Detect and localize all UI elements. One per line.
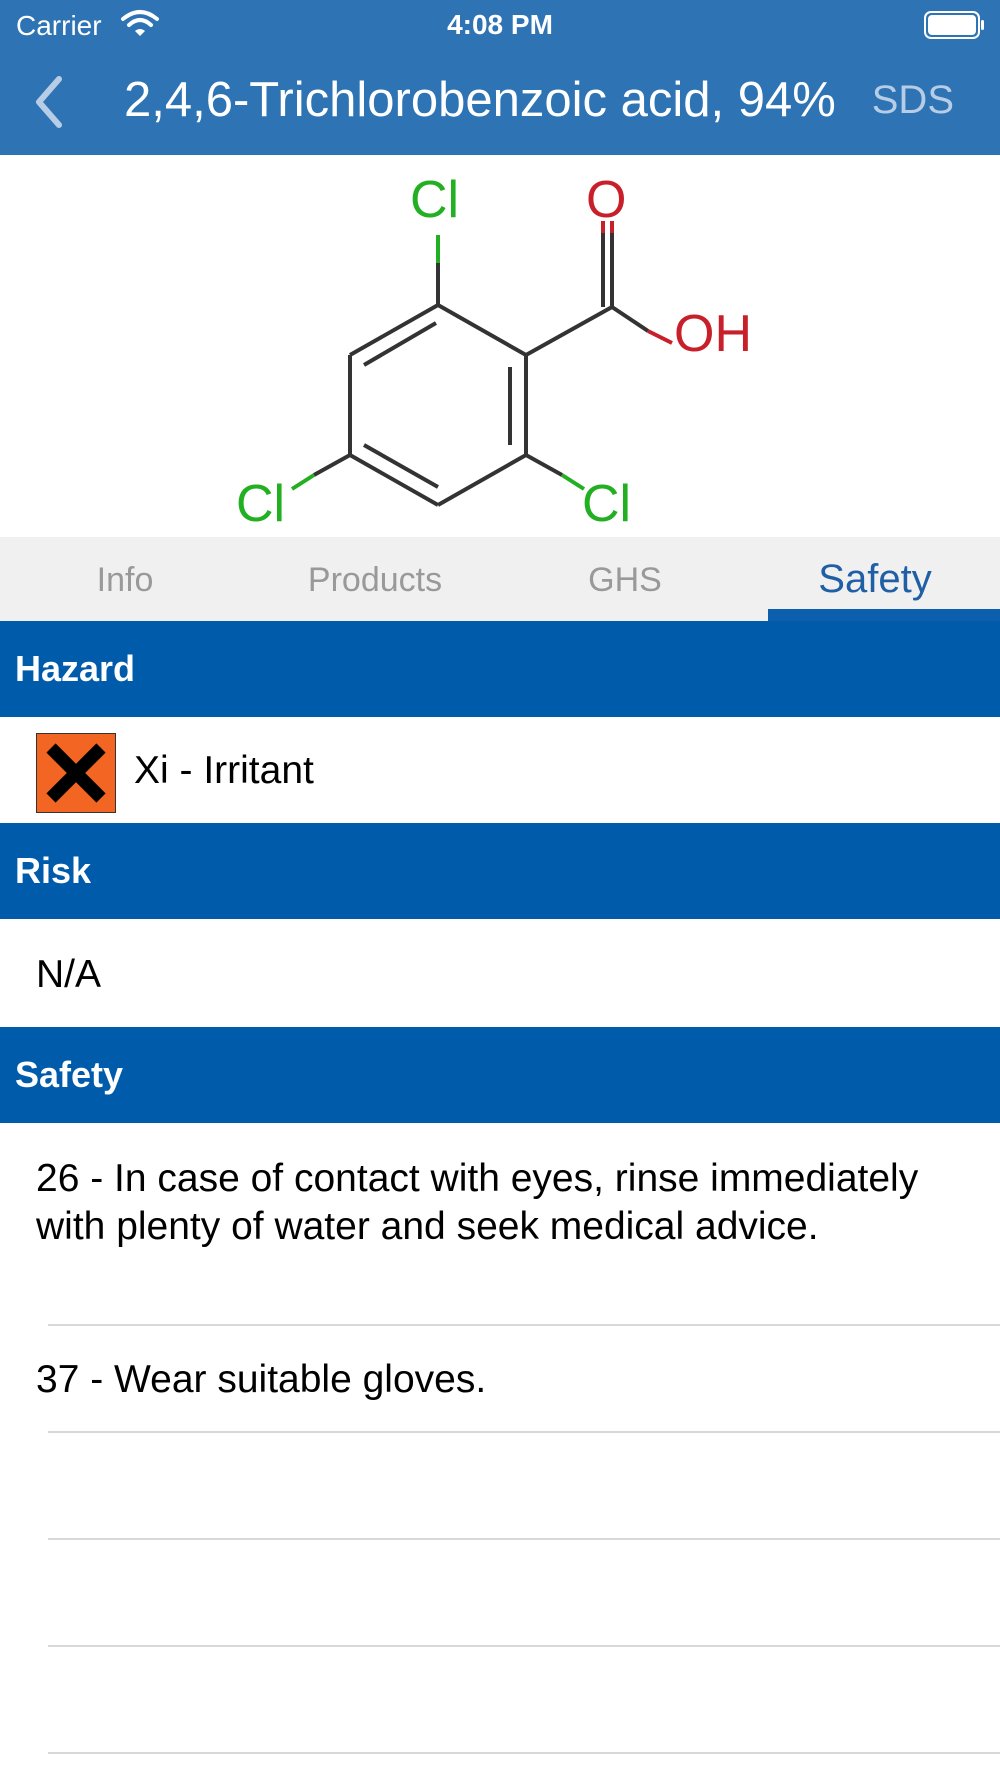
atom-cl-right: Cl [582, 475, 631, 533]
back-button[interactable] [18, 70, 78, 134]
sds-button[interactable]: SDS [872, 78, 954, 123]
safety-item-text: 37 - Wear suitable gloves. [36, 1358, 487, 1401]
safety-section-header: Safety [0, 1027, 1000, 1123]
hazard-row[interactable]: Xi - Irritant [0, 717, 1000, 823]
chevron-left-icon [36, 76, 62, 128]
atom-cl-top: Cl [410, 171, 459, 229]
atom-o-top: O [586, 171, 626, 229]
row-separator [48, 1645, 1000, 1647]
app-header: Carrier 4:08 PM 2,4,6-Trichlorobenzoic a… [0, 0, 1000, 155]
hazard-label: Xi - Irritant [134, 749, 314, 792]
status-bar: Carrier 4:08 PM [0, 0, 1000, 50]
chemical-structure: Cl O OH Cl Cl [0, 155, 1000, 537]
status-time: 4:08 PM [447, 9, 553, 40]
risk-value: N/A [36, 953, 102, 996]
tab-ghs[interactable]: GHS [500, 537, 750, 621]
row-separator [48, 1752, 1000, 1754]
row-separator [48, 1538, 1000, 1540]
safety-row[interactable]: 26 - In case of contact with eyes, rinse… [0, 1123, 1000, 1325]
tab-products[interactable]: Products [250, 537, 500, 621]
hazard-section-header: Hazard [0, 621, 1000, 717]
tab-info[interactable]: Info [0, 537, 250, 621]
structure-diagram: Cl O OH Cl Cl [236, 171, 752, 533]
irritant-x-icon [36, 733, 116, 813]
row-separator [48, 1431, 1000, 1433]
risk-row[interactable]: N/A [0, 919, 1000, 1027]
page-title: 2,4,6-Trichlorobenzoic acid, 94% [124, 73, 836, 127]
risk-section-header: Risk [0, 823, 1000, 919]
battery-icon [924, 11, 984, 39]
safety-row[interactable]: 37 - Wear suitable gloves. [0, 1326, 1000, 1432]
navigation-bar: 2,4,6-Trichlorobenzoic acid, 94% SDS [0, 50, 1000, 155]
active-tab-indicator [768, 609, 1000, 621]
atom-cl-left: Cl [236, 475, 285, 533]
safety-item-text: 26 - In case of contact with eyes, rinse… [36, 1157, 919, 1248]
atom-oh: OH [674, 305, 752, 363]
